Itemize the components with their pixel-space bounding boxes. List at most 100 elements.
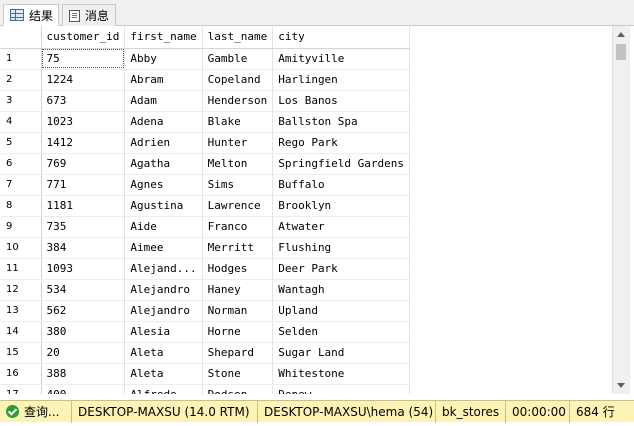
cell-city[interactable]: Wantagh: [272, 279, 411, 301]
table-row[interactable]: 13 562 Alejandro Norman Upland: [0, 300, 411, 322]
cell-first-name[interactable]: Agatha: [124, 153, 203, 175]
row-number[interactable]: 2: [0, 69, 42, 91]
cell-first-name[interactable]: Aimee: [124, 237, 203, 259]
cell-last-name[interactable]: Copeland: [202, 69, 274, 91]
cell-city[interactable]: Atwater: [272, 216, 411, 238]
cell-city[interactable]: Rego Park: [272, 132, 411, 154]
cell-customer-id[interactable]: 562: [41, 300, 126, 322]
cell-last-name[interactable]: Dodson: [202, 384, 274, 394]
cell-customer-id[interactable]: 380: [41, 321, 126, 343]
cell-first-name[interactable]: Alejand...: [124, 258, 203, 280]
cell-city[interactable]: Harlingen: [272, 69, 411, 91]
cell-customer-id[interactable]: 1412: [41, 132, 126, 154]
cell-last-name[interactable]: Horne: [202, 321, 274, 343]
cell-last-name[interactable]: Franco: [202, 216, 274, 238]
cell-first-name[interactable]: Agustina: [124, 195, 203, 217]
cell-city[interactable]: Los Banos: [272, 90, 411, 112]
cell-last-name[interactable]: Lawrence: [202, 195, 274, 217]
table-row[interactable]: 7 771 Agnes Sims Buffalo: [0, 174, 411, 196]
cell-last-name[interactable]: Shepard: [202, 342, 274, 364]
scroll-down-arrow-icon[interactable]: [617, 383, 625, 388]
table-row[interactable]: 6 769 Agatha Melton Springfield Gardens: [0, 153, 411, 175]
table-row[interactable]: 9 735 Aide Franco Atwater: [0, 216, 411, 238]
cell-customer-id[interactable]: 534: [41, 279, 126, 301]
table-row[interactable]: 14 380 Alesia Horne Selden: [0, 321, 411, 343]
table-row[interactable]: 4 1023 Adena Blake Ballston Spa: [0, 111, 411, 133]
cell-last-name[interactable]: Gamble: [202, 48, 274, 70]
table-row[interactable]: 1 75 Abby Gamble Amityville: [0, 48, 411, 70]
cell-last-name[interactable]: Henderson: [202, 90, 274, 112]
cell-city[interactable]: Springfield Gardens: [272, 153, 411, 175]
table-row[interactable]: 2 1224 Abram Copeland Harlingen: [0, 69, 411, 91]
table-row[interactable]: 17400AlfredoDodsonDepew: [0, 384, 411, 394]
table-row[interactable]: 3 673 Adam Henderson Los Banos: [0, 90, 411, 112]
row-number[interactable]: 16: [0, 363, 42, 385]
cell-first-name[interactable]: Adena: [124, 111, 203, 133]
cell-first-name[interactable]: Alejandro: [124, 279, 203, 301]
table-row[interactable]: 12 534 Alejandro Haney Wantagh: [0, 279, 411, 301]
row-number[interactable]: 7: [0, 174, 42, 196]
cell-customer-id[interactable]: 769: [41, 153, 126, 175]
cell-customer-id[interactable]: 735: [41, 216, 126, 238]
cell-city[interactable]: Flushing: [272, 237, 411, 259]
row-number[interactable]: 14: [0, 321, 42, 343]
table-row[interactable]: 5 1412 Adrien Hunter Rego Park: [0, 132, 411, 154]
cell-customer-id[interactable]: 1023: [41, 111, 126, 133]
vertical-scrollbar[interactable]: [612, 26, 630, 394]
cell-last-name[interactable]: Haney: [202, 279, 274, 301]
cell-city[interactable]: Sugar Land: [272, 342, 411, 364]
scroll-thumb[interactable]: [616, 44, 626, 60]
row-number[interactable]: 4: [0, 111, 42, 133]
cell-first-name[interactable]: Alejandro: [124, 300, 203, 322]
column-header-customer-id[interactable]: customer_id: [41, 26, 126, 49]
cell-first-name[interactable]: Aide: [124, 216, 203, 238]
corner-cell[interactable]: [0, 26, 42, 49]
row-number[interactable]: 8: [0, 195, 42, 217]
cell-first-name[interactable]: Aleta: [124, 342, 203, 364]
scroll-up-arrow-icon[interactable]: [617, 32, 625, 37]
cell-last-name[interactable]: Merritt: [202, 237, 274, 259]
cell-customer-id[interactable]: 75: [41, 48, 126, 70]
row-number[interactable]: 13: [0, 300, 42, 322]
cell-last-name[interactable]: Norman: [202, 300, 274, 322]
row-number[interactable]: 1: [0, 48, 42, 70]
column-header-first-name[interactable]: first_name: [124, 26, 203, 49]
row-number[interactable]: 6: [0, 153, 42, 175]
table-row[interactable]: 8 1181 Agustina Lawrence Brooklyn: [0, 195, 411, 217]
tab-messages[interactable]: 消息: [62, 4, 116, 26]
cell-first-name[interactable]: Adam: [124, 90, 203, 112]
cell-customer-id[interactable]: 1224: [41, 69, 126, 91]
cell-last-name[interactable]: Blake: [202, 111, 274, 133]
cell-city[interactable]: Amityville: [272, 48, 411, 70]
cell-customer-id[interactable]: 1093: [41, 258, 126, 280]
cell-last-name[interactable]: Hodges: [202, 258, 274, 280]
cell-customer-id[interactable]: 400: [41, 384, 126, 394]
cell-city[interactable]: Buffalo: [272, 174, 411, 196]
cell-city[interactable]: Ballston Spa: [272, 111, 411, 133]
cell-city[interactable]: Whitestone: [272, 363, 411, 385]
row-number[interactable]: 11: [0, 258, 42, 280]
cell-first-name[interactable]: Aleta: [124, 363, 203, 385]
cell-city[interactable]: Brooklyn: [272, 195, 411, 217]
cell-city[interactable]: Deer Park: [272, 258, 411, 280]
cell-customer-id[interactable]: 673: [41, 90, 126, 112]
tab-results[interactable]: 结果: [3, 4, 59, 26]
cell-city[interactable]: Selden: [272, 321, 411, 343]
cell-customer-id[interactable]: 1181: [41, 195, 126, 217]
row-number[interactable]: 15: [0, 342, 42, 364]
cell-first-name[interactable]: Agnes: [124, 174, 203, 196]
cell-first-name[interactable]: Abby: [124, 48, 203, 70]
cell-customer-id[interactable]: 388: [41, 363, 126, 385]
cell-first-name[interactable]: Abram: [124, 69, 203, 91]
table-row[interactable]: 16 388 Aleta Stone Whitestone: [0, 363, 411, 385]
cell-first-name[interactable]: Adrien: [124, 132, 203, 154]
table-row[interactable]: 15 20 Aleta Shepard Sugar Land: [0, 342, 411, 364]
cell-last-name[interactable]: Hunter: [202, 132, 274, 154]
cell-first-name[interactable]: Alfredo: [124, 384, 203, 394]
row-number[interactable]: 17: [0, 384, 42, 394]
cell-customer-id[interactable]: 20: [41, 342, 126, 364]
cell-first-name[interactable]: Alesia: [124, 321, 203, 343]
row-number[interactable]: 9: [0, 216, 42, 238]
row-number[interactable]: 5: [0, 132, 42, 154]
table-row[interactable]: 10 384 Aimee Merritt Flushing: [0, 237, 411, 259]
